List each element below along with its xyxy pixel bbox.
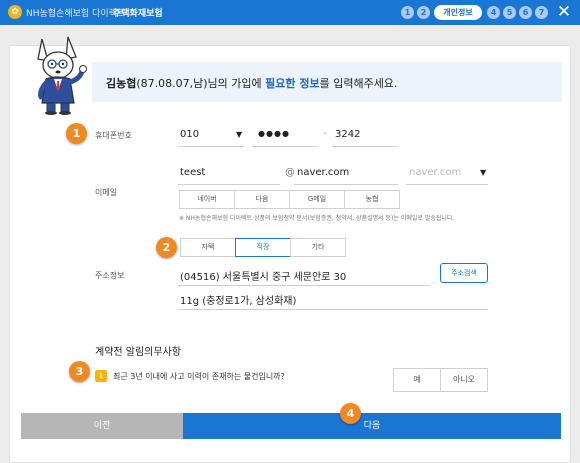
address-search-button[interactable]: 주소검색	[440, 263, 488, 283]
next-button[interactable]: 다음	[183, 413, 561, 439]
email-note: ※ NH농협손해보험 다이렉트 상품의 보험청약 문서(보험증권, 청약서, 상…	[179, 215, 455, 222]
intro-banner: 김농협(87.08.07,남)님의 가입에 필요한 정보를 입력해주세요.	[92, 62, 562, 102]
prev-button[interactable]: 이전	[21, 413, 183, 439]
address-line1-field[interactable]: (04516) 서울특별시 중구 세문안로 30	[180, 268, 346, 283]
guide-badge-3: 3	[69, 361, 90, 382]
email-local-field[interactable]: teest	[180, 167, 205, 178]
chevron-down-icon[interactable]: ▼	[480, 168, 486, 177]
step-7[interactable]: 7	[535, 6, 548, 19]
email-provider-nh[interactable]: 농협	[344, 190, 400, 209]
email-provider-gmail[interactable]: G메일	[289, 190, 345, 209]
answer-no-button[interactable]: 아니오	[440, 368, 488, 392]
close-icon[interactable]: ✕	[555, 2, 573, 22]
mascot-character	[37, 36, 87, 115]
phone-prefix-select[interactable]: 010	[180, 129, 199, 140]
step-4[interactable]: 4	[487, 6, 500, 19]
chevron-down-icon[interactable]: ▼	[236, 130, 242, 139]
question-number: 1	[95, 370, 107, 382]
email-at: @	[285, 167, 295, 178]
phone-middle-field[interactable]: ●●●●	[258, 129, 290, 138]
address-line1-underline	[178, 285, 430, 286]
brand-name: NH농협손해보험 다이렉트	[26, 9, 126, 19]
address-type-home[interactable]: 자택	[180, 238, 236, 257]
step-1[interactable]: 1	[401, 6, 414, 19]
email-provider-naver[interactable]: 네이버	[179, 190, 235, 209]
email-domain-select[interactable]: naver.com	[409, 167, 461, 178]
product-title: 주택화재보험	[113, 9, 163, 19]
top-bar: ✿ NH농협손해보험 다이렉트 주택화재보험 1 2 개인정보 4 5 6 7 …	[0, 0, 580, 25]
phone-prefix-underline	[178, 146, 244, 147]
email-domain-select-underline	[406, 184, 488, 185]
phone-last-field[interactable]: 3242	[335, 129, 360, 140]
customer-info: (87.08.07,남)님의 가입에	[136, 77, 266, 90]
step-6[interactable]: 6	[519, 6, 532, 19]
intro-highlight: 필요한 정보	[265, 77, 320, 90]
nh-logo-icon: ✿	[8, 5, 22, 19]
address-type-other[interactable]: 기타	[290, 238, 346, 257]
step-5[interactable]: 5	[503, 6, 516, 19]
guide-badge-4: 4	[340, 403, 361, 424]
address-label: 주소정보	[95, 271, 125, 280]
address-type-work[interactable]: 직장	[235, 238, 291, 257]
step-3-active[interactable]: 개인정보	[434, 5, 482, 20]
email-provider-daum[interactable]: 다음	[234, 190, 290, 209]
answer-yes-button[interactable]: 예	[393, 368, 441, 392]
address-line2-field[interactable]: 11g (충정로1가, 삼성화재)	[180, 292, 296, 307]
guide-badge-2: 2	[156, 237, 177, 258]
address-line2-underline	[178, 309, 488, 310]
customer-name: 김농협	[106, 77, 137, 90]
step-2[interactable]: 2	[417, 6, 430, 19]
intro-suffix: 를 입력해주세요.	[319, 77, 398, 90]
email-domain-underline	[294, 184, 398, 185]
notice-title: 계약전 알림의무사항	[95, 347, 181, 358]
phone-last-underline	[332, 146, 398, 147]
phone-dash: -	[323, 128, 327, 139]
phone-label: 휴대폰번호	[95, 131, 132, 140]
guide-badge-1: 1	[66, 123, 87, 144]
email-label: 이메일	[95, 188, 118, 197]
question-text: 최근 3년 이내에 사고 이력이 존재하는 물건입니까?	[113, 372, 285, 381]
intro-text: 김농협(87.08.07,남)님의 가입에 필요한 정보를 입력해주세요.	[106, 75, 397, 91]
phone-middle-underline	[252, 146, 318, 147]
email-local-underline	[178, 184, 280, 185]
email-domain-field[interactable]: naver.com	[297, 167, 349, 178]
